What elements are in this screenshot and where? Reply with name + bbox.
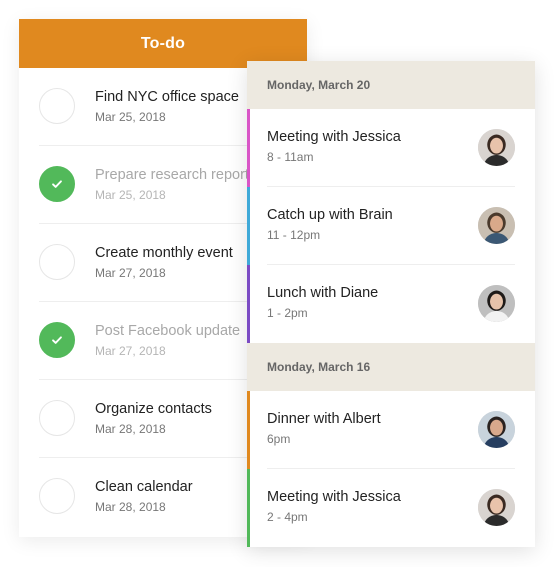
todo-title: Clean calendar xyxy=(95,479,193,495)
calendar-event[interactable]: Lunch with Diane 1 - 2pm xyxy=(247,265,535,343)
event-color-bar xyxy=(247,187,250,265)
calendar-event[interactable]: Catch up with Brain 11 - 12pm xyxy=(247,187,535,265)
event-color-bar xyxy=(247,265,250,343)
event-time: 6pm xyxy=(267,432,291,446)
todo-text: Post Facebook update Mar 27, 2018 xyxy=(95,322,240,358)
event-time: 11 - 12pm xyxy=(267,228,321,242)
todo-title: Post Facebook update xyxy=(95,323,241,339)
todo-checkbox[interactable] xyxy=(39,478,75,514)
day-header: Monday, March 16 xyxy=(247,343,535,391)
todo-checkbox-checked[interactable] xyxy=(39,166,75,202)
avatar-albert-icon[interactable] xyxy=(478,411,515,448)
checkmark-icon xyxy=(52,336,62,344)
day-header: Monday, March 20 xyxy=(247,61,535,109)
event-color-bar xyxy=(247,391,250,469)
todo-date: Mar 27, 2018 xyxy=(95,344,166,358)
todo-date: Mar 27, 2018 xyxy=(95,266,166,280)
todo-title: Create monthly event xyxy=(95,245,233,261)
todo-checkbox[interactable] xyxy=(39,400,75,436)
todo-date: Mar 28, 2018 xyxy=(95,500,166,514)
todo-checkbox-checked[interactable] xyxy=(39,322,75,358)
event-text: Lunch with Diane 1 - 2pm xyxy=(267,284,378,320)
todo-title: Organize contacts xyxy=(95,401,212,417)
event-time: 8 - 11am xyxy=(267,150,314,164)
avatar-brain-icon[interactable] xyxy=(478,207,515,244)
calendar-card: Monday, March 20 Meeting with Jessica 8 … xyxy=(247,61,535,547)
event-title: Dinner with Albert xyxy=(267,411,381,427)
event-text: Catch up with Brain 11 - 12pm xyxy=(267,206,393,242)
event-title: Lunch with Diane xyxy=(267,285,379,301)
todo-checkbox[interactable] xyxy=(39,244,75,280)
event-text: Dinner with Albert 6pm xyxy=(267,410,381,446)
todo-title: Find NYC office space xyxy=(95,89,239,105)
event-title: Catch up with Brain xyxy=(267,207,393,223)
todo-text: Create monthly event Mar 27, 2018 xyxy=(95,244,233,280)
todo-text: Clean calendar Mar 28, 2018 xyxy=(95,478,193,514)
todo-date: Mar 25, 2018 xyxy=(95,188,166,202)
event-color-bar xyxy=(247,469,250,547)
event-text: Meeting with Jessica 2 - 4pm xyxy=(267,488,401,524)
todo-title: Prepare research report xyxy=(95,167,249,183)
event-text: Meeting with Jessica 8 - 11am xyxy=(267,128,401,164)
checkmark-icon xyxy=(52,180,62,188)
avatar-jessica-icon[interactable] xyxy=(478,489,515,526)
calendar-event[interactable]: Meeting with Jessica 2 - 4pm xyxy=(247,469,535,547)
todo-date: Mar 28, 2018 xyxy=(95,422,166,436)
todo-text: Organize contacts Mar 28, 2018 xyxy=(95,400,212,436)
calendar-event[interactable]: Meeting with Jessica 8 - 11am xyxy=(247,109,535,187)
avatar-diane-icon[interactable] xyxy=(478,285,515,322)
calendar-event[interactable]: Dinner with Albert 6pm xyxy=(247,391,535,469)
event-title: Meeting with Jessica xyxy=(267,129,401,145)
event-color-bar xyxy=(247,109,250,187)
avatar-jessica-icon[interactable] xyxy=(478,129,515,166)
todo-checkbox[interactable] xyxy=(39,88,75,124)
todo-date: Mar 25, 2018 xyxy=(95,110,166,124)
todo-text: Prepare research report Mar 25, 2018 xyxy=(95,166,249,202)
todo-text: Find NYC office space Mar 25, 2018 xyxy=(95,88,239,124)
event-time: 1 - 2pm xyxy=(267,306,308,320)
event-title: Meeting with Jessica xyxy=(267,489,401,505)
event-time: 2 - 4pm xyxy=(267,510,308,524)
